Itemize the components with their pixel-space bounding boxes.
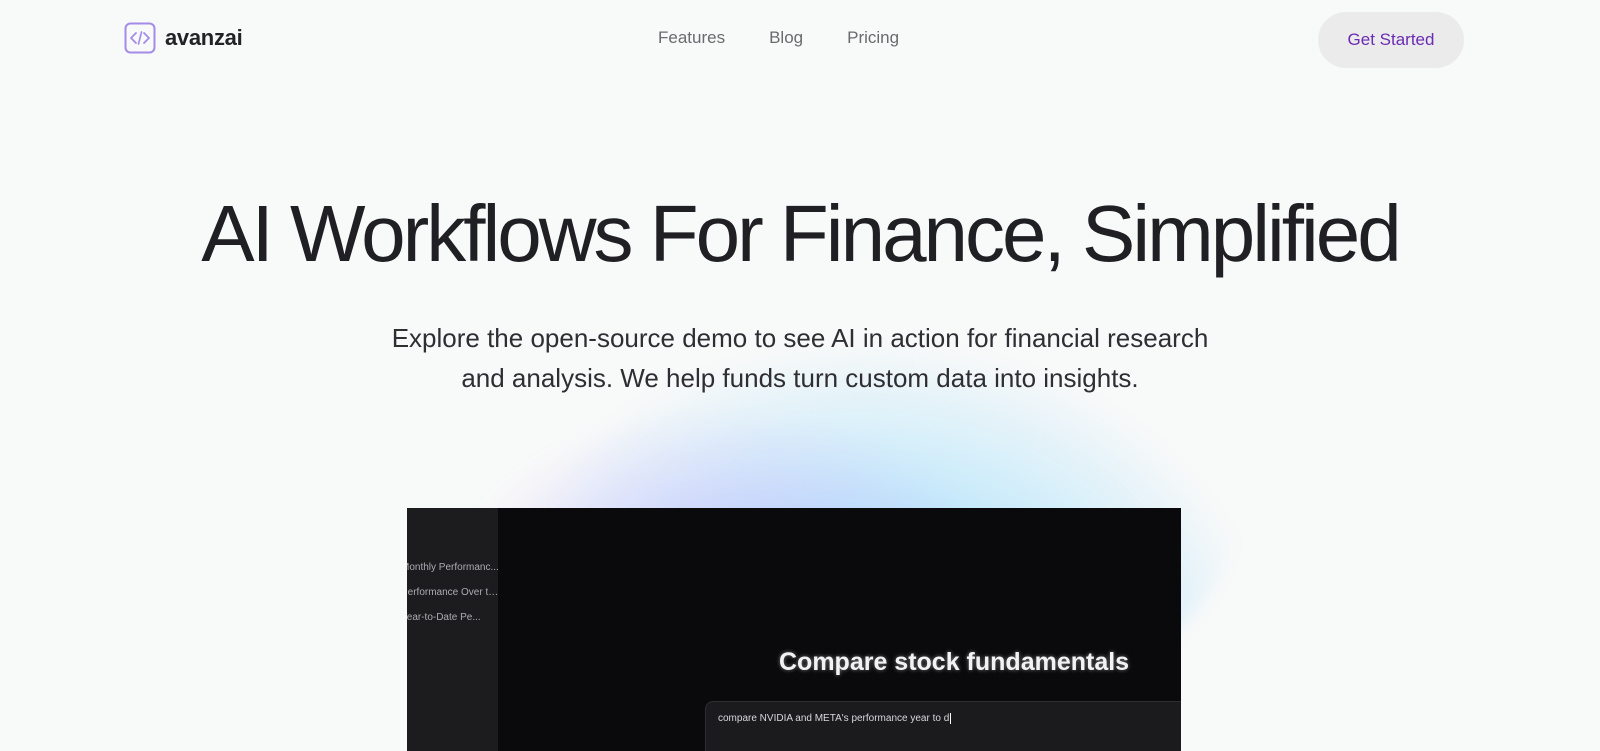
demo-chat-input[interactable]: compare NVIDIA and META's performance ye… (705, 701, 1181, 751)
nav-link-blog[interactable]: Blog (769, 28, 803, 48)
get-started-button[interactable]: Get Started (1318, 12, 1464, 68)
hero-subtitle-line-1: Explore the open-source demo to see AI i… (391, 323, 1209, 353)
demo-heading: Compare stock fundamentals (779, 648, 1130, 676)
brand-name: avanzai (165, 25, 243, 50)
text-caret (950, 713, 952, 724)
nav-links: Features Blog Pricing (658, 28, 943, 48)
demo-chat-input-value: compare NVIDIA and META's performance ye… (718, 713, 950, 725)
hero-subtitle: Explore the open-source demo to see AI i… (300, 318, 1300, 398)
hero-subtitle-line-2: and analysis. We help funds turn custom … (461, 363, 1139, 393)
code-brackets-icon (124, 22, 156, 54)
demo-sidebar-item[interactable]: Performance Over the Pa... (407, 587, 498, 598)
brand-logo[interactable]: avanzai (124, 22, 243, 54)
demo-chat-input-text: compare NVIDIA and META's performance ye… (718, 713, 952, 725)
nav-link-features[interactable]: Features (658, 28, 725, 48)
top-navbar: avanzai Features Blog Pricing Get Starte… (0, 0, 1600, 80)
nav-link-pricing[interactable]: Pricing (847, 28, 899, 48)
demo-sidebar-item[interactable]: Monthly Performanc... (407, 562, 498, 573)
hero-title: AI Workflows For Finance, Simplified (201, 189, 1402, 278)
demo-app-preview: Monthly Performanc... Performance Over t… (407, 508, 1181, 751)
demo-sidebar: Monthly Performanc... Performance Over t… (407, 508, 498, 751)
demo-sidebar-item[interactable]: Year-to-Date Pe... (407, 612, 498, 623)
